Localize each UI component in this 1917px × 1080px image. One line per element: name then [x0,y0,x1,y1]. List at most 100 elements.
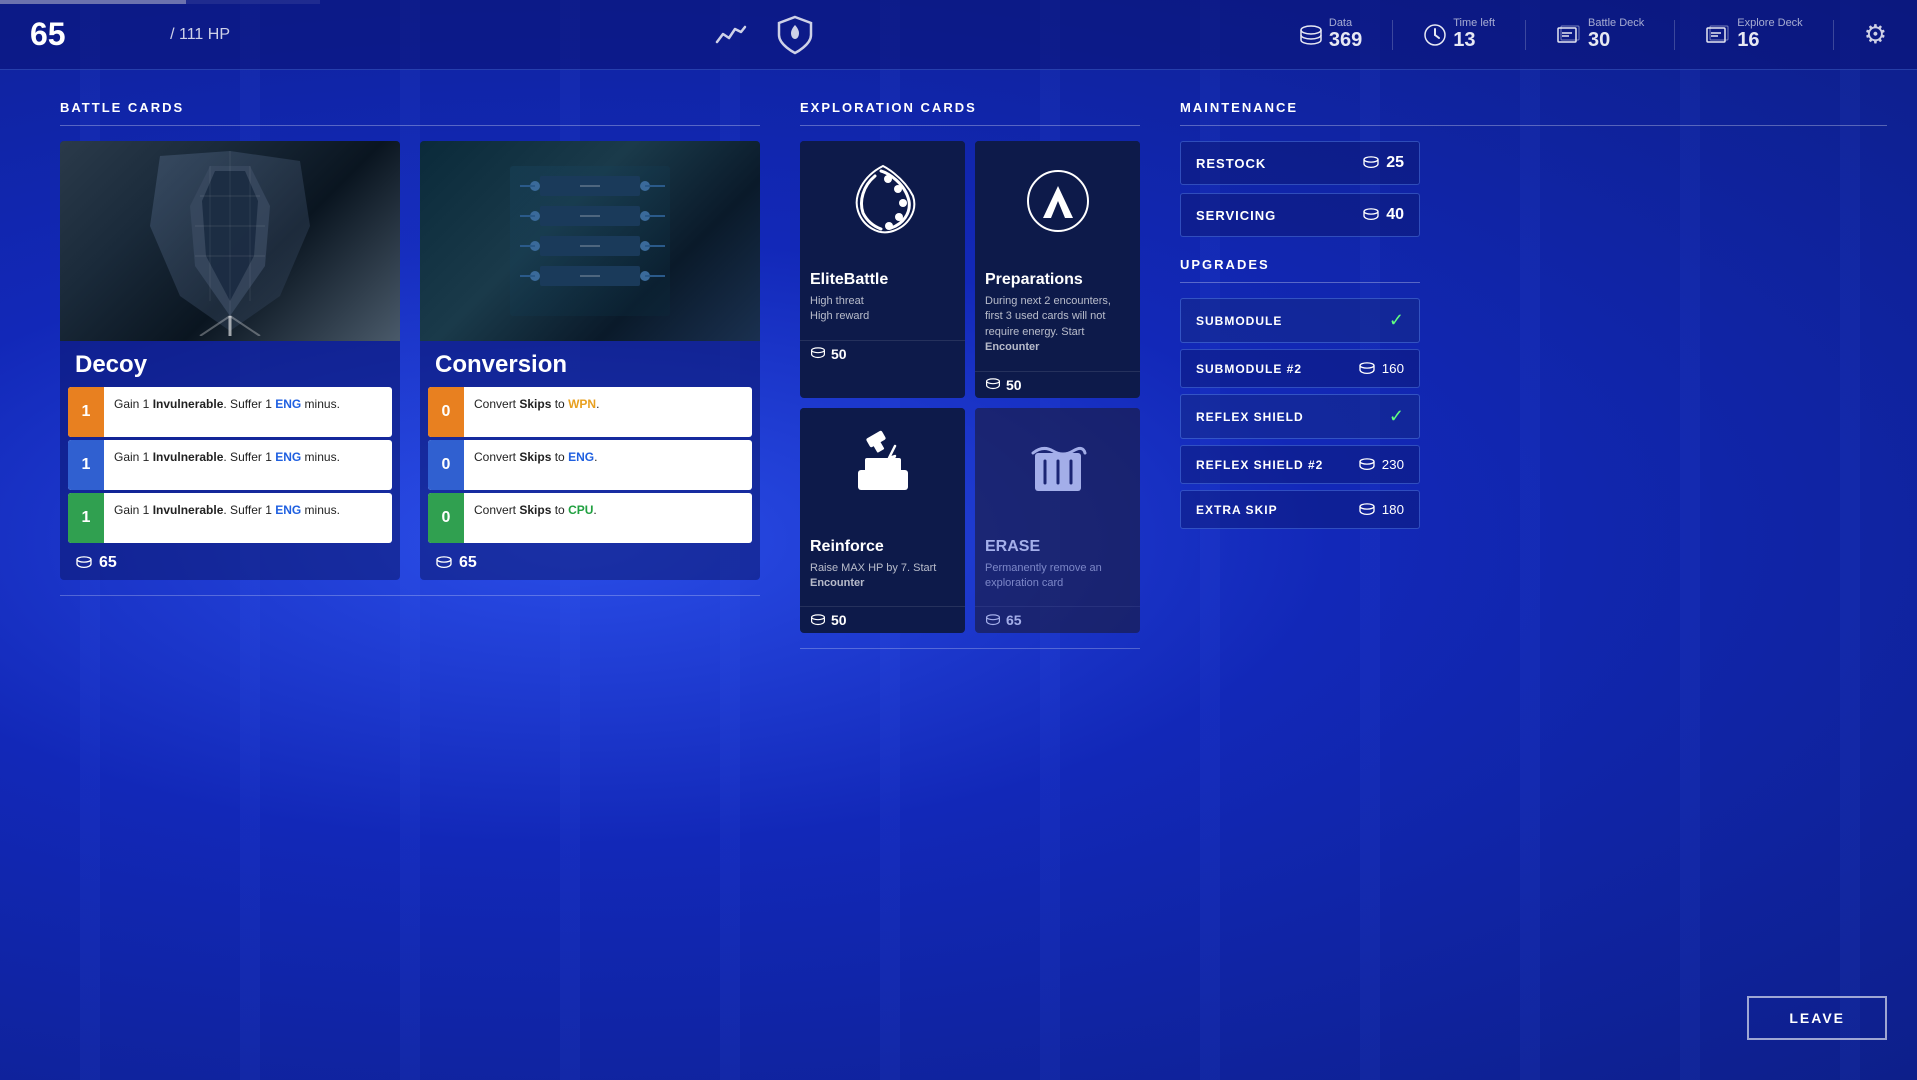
decoy-ability-1: 1 Gain 1 Invulnerable. Suffer 1 ENG minu… [68,387,392,437]
upgrade-reflex-shield[interactable]: REFLEX SHIELD ✓ [1180,394,1420,439]
upgrade-extra-skip[interactable]: EXTRA SKIP 180 [1180,490,1420,529]
stat-data: Data 369 [1299,17,1362,52]
settings-button[interactable]: ⚙ [1864,19,1887,50]
explore-card-preparations[interactable]: Preparations During next 2 encounters, f… [975,141,1140,398]
reflex-shield-label: REFLEX SHIELD [1196,410,1304,424]
clock-icon [1423,23,1447,47]
data-icon [1299,25,1323,45]
preparations-cost: 50 [975,371,1140,398]
maintenance-section: MAINTENANCE RESTOCK 25 SERVICING 40 U [1180,100,1887,1060]
submodule2-label: SUBMODULE #2 [1196,362,1302,376]
time-label: Time left [1453,17,1495,29]
preparations-desc: During next 2 encounters, first 3 used c… [985,294,1130,356]
conversion-ability-1: 0 Convert Skips to WPN. [428,387,752,437]
coin-icon-restock [1362,156,1380,170]
conv-text-3: Convert Skips to CPU. [464,493,607,543]
coin-icon-erase [985,614,1001,627]
erase-art [975,408,1140,528]
reflex-shield2-cost: 230 [1382,457,1404,472]
battle-deck-icon [1556,24,1582,46]
decoy-art [60,141,400,341]
reinforce-cost: 50 [800,606,965,633]
preparations-name: Preparations [985,271,1130,289]
graph-icon[interactable] [715,24,747,46]
reflex-shield2-right: 230 [1358,457,1404,472]
servicing-cost-value: 40 [1386,206,1404,224]
reinforce-body: Reinforce Raise MAX HP by 7. Start Encou… [800,528,965,607]
ability-text-1: Gain 1 Invulnerable. Suffer 1 ENG minus. [104,387,350,437]
ability-text-2: Gain 1 Invulnerable. Suffer 1 ENG minus. [104,440,350,490]
submodule2-cost: 160 [1382,361,1404,376]
coin-icon-sub2 [1358,362,1376,376]
explore-deck-label: Explore Deck [1737,17,1802,29]
reflex-shield-right: ✓ [1389,406,1404,427]
submodule-right: ✓ [1389,310,1404,331]
decoy-ability-2: 1 Gain 1 Invulnerable. Suffer 1 ENG minu… [68,440,392,490]
explore-card-erase[interactable]: ERASE Permanently remove an exploration … [975,408,1140,634]
upgrades-title: UPGRADES [1180,257,1420,283]
preparations-body: Preparations During next 2 encounters, f… [975,261,1140,371]
stat-explore-deck: Explore Deck 16 [1705,17,1802,52]
reinforce-art [800,408,965,528]
battle-card-decoy[interactable]: Decoy 1 Gain 1 Invulnerable. Suffer 1 EN… [60,141,400,580]
submodule-label: SUBMODULE [1196,314,1282,328]
coin-icon-prep [985,378,1001,391]
conv-badge-3: 0 [428,493,464,543]
shield-icon[interactable] [777,15,813,55]
conversion-card-image [420,141,760,341]
reflex-shield2-label: REFLEX SHIELD #2 [1196,458,1323,472]
conversion-art [420,141,760,341]
upgrade-submodule[interactable]: SUBMODULE ✓ [1180,298,1420,343]
conversion-ability-2: 0 Convert Skips to ENG. [428,440,752,490]
explore-deck-value: 16 [1737,29,1802,52]
ability-badge-2: 1 [68,440,104,490]
decoy-cost: 65 [60,546,400,580]
exploration-grid: EliteBattle High threatHigh reward 50 [800,141,1140,633]
reflex-shield-check: ✓ [1389,406,1404,427]
battle-cards-section: BATTLE CARDS [60,100,760,1060]
elite-battle-body: EliteBattle High threatHigh reward [800,261,965,340]
submodule2-right: 160 [1358,361,1404,376]
coin-icon-skip [1358,503,1376,517]
reinforce-desc: Raise MAX HP by 7. Start Encounter [810,561,955,592]
conversion-cost-value: 65 [459,554,477,572]
restock-button[interactable]: RESTOCK 25 [1180,141,1420,185]
conv-badge-2: 0 [428,440,464,490]
restock-label: RESTOCK [1196,156,1266,171]
main-content: BATTLE CARDS [0,70,1917,1080]
coin-icon-servicing [1362,208,1380,222]
coin-icon-elite [810,347,826,360]
preparations-cost-value: 50 [1006,377,1022,393]
battle-card-conversion[interactable]: Conversion 0 Convert Skips to WPN. 0 Con… [420,141,760,580]
conv-text-2: Convert Skips to ENG. [464,440,607,490]
coin-icon-conv [435,556,453,570]
hp-current: 65 [30,16,66,53]
servicing-label: SERVICING [1196,208,1276,223]
exploration-cards-section: EXPLORATION CARDS [800,100,1140,1060]
elite-battle-cost: 50 [800,340,965,367]
elite-battle-cost-value: 50 [831,346,847,362]
upgrade-reflex-shield2[interactable]: REFLEX SHIELD #2 230 [1180,445,1420,484]
decoy-card-name: Decoy [60,341,400,384]
explore-deck-icon [1705,24,1731,46]
elite-battle-name: EliteBattle [810,271,955,289]
explore-card-elite-battle[interactable]: EliteBattle High threatHigh reward 50 [800,141,965,398]
elite-battle-art [800,141,965,261]
battle-deck-label: Battle Deck [1588,17,1644,29]
erase-body: ERASE Permanently remove an exploration … [975,528,1140,607]
coin-icon-rs2 [1358,458,1376,472]
explore-card-reinforce[interactable]: Reinforce Raise MAX HP by 7. Start Encou… [800,408,965,634]
upgrade-submodule2[interactable]: SUBMODULE #2 160 [1180,349,1420,388]
conversion-card-name: Conversion [420,341,760,384]
conversion-cost: 65 [420,546,760,580]
time-value: 13 [1453,29,1495,52]
restock-cost: 25 [1362,154,1404,172]
battle-deck-value: 30 [1588,29,1644,52]
maintenance-title: MAINTENANCE [1180,100,1887,126]
ability-text-3: Gain 1 Invulnerable. Suffer 1 ENG minus. [104,493,350,543]
ability-badge-1: 1 [68,387,104,437]
conversion-ability-3: 0 Convert Skips to CPU. [428,493,752,543]
servicing-button[interactable]: SERVICING 40 [1180,193,1420,237]
elite-battle-desc: High threatHigh reward [810,294,955,325]
submodule-check: ✓ [1389,310,1404,331]
